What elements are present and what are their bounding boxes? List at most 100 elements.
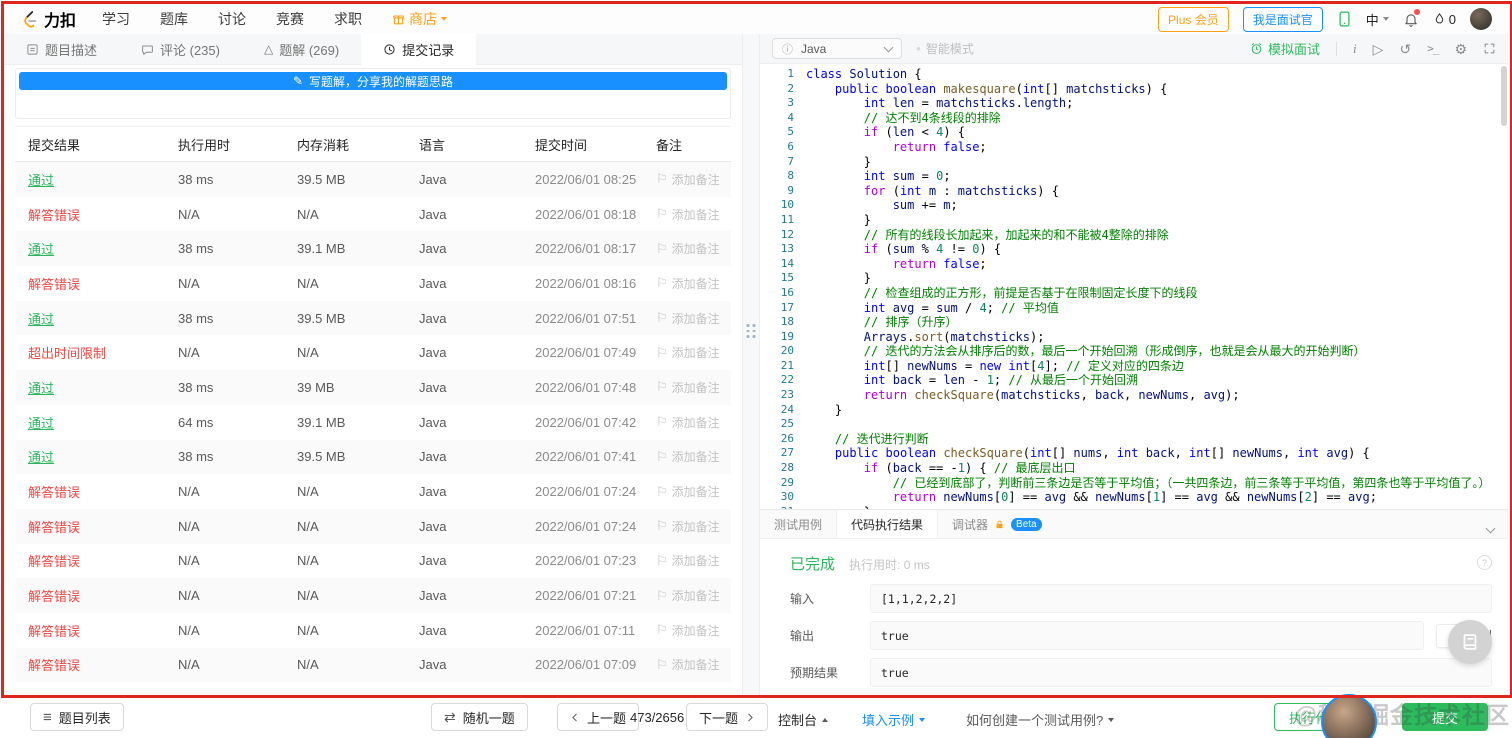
run-icon[interactable]: ▷ — [1373, 42, 1384, 56]
nav-item-store[interactable]: 商店 — [392, 9, 448, 29]
expected-value-box: true — [870, 658, 1492, 687]
smart-mode-indicator[interactable]: ● 智能模式 — [916, 40, 974, 57]
add-note-button[interactable]: ⚐ 添加备注 — [656, 448, 720, 465]
submission-result-link[interactable]: 解答错误 — [28, 589, 80, 604]
prev-problem-button[interactable]: 上一题 — [557, 703, 640, 731]
run-result-body: 已完成 执行用时: 0 ms ? 输入 [1,1,2,2,2] 输出 true … — [760, 539, 1508, 695]
line-number: 12 — [780, 227, 794, 241]
fill-example-link[interactable]: 填入示例 — [862, 710, 926, 729]
panel-resizer[interactable] — [742, 34, 760, 695]
submission-runtime: N/A — [178, 622, 200, 638]
user-avatar[interactable] — [1470, 8, 1492, 30]
add-note-button[interactable]: ⚐ 添加备注 — [656, 656, 720, 673]
help-circle-icon[interactable]: ? — [1477, 555, 1492, 570]
floating-book-button[interactable] — [1448, 620, 1492, 664]
submit-button[interactable]: 提交 — [1402, 703, 1488, 731]
language-switcher[interactable]: 中 — [1366, 10, 1389, 29]
add-note-button[interactable]: ⚐ 添加备注 — [656, 518, 720, 535]
submission-time: 2022/06/01 07:24 — [535, 484, 637, 500]
submission-result-link[interactable]: 通过 — [28, 242, 54, 257]
add-note-button[interactable]: ⚐ 添加备注 — [656, 414, 720, 431]
editor-info-icon[interactable]: i — [1353, 42, 1357, 55]
tab-testcase[interactable]: 测试用例 — [760, 510, 836, 538]
submission-result-link[interactable]: 解答错误 — [28, 658, 80, 673]
tab-run-result[interactable]: 代码执行结果 — [836, 510, 939, 538]
input-value-box[interactable]: [1,1,2,2,2] — [870, 584, 1492, 613]
code-editor[interactable]: 1 class Solution {2 public boolean makesq… — [760, 64, 1508, 509]
editor-panel: ⓘ Java ● 智能模式 模拟面试 i ▷ ↺ >_ ⚙ 1 class So… — [760, 34, 1508, 695]
add-note-button[interactable]: ⚐ 添加备注 — [656, 171, 720, 188]
tab-solutions[interactable]: △ 题解 (269) — [242, 34, 361, 64]
add-note-button[interactable]: ⚐ 添加备注 — [656, 240, 720, 257]
interviewer-button[interactable]: 我是面试官 — [1242, 6, 1323, 32]
nav-item-learn[interactable]: 学习 — [102, 9, 130, 29]
tab-description[interactable]: 题目描述 — [4, 34, 119, 64]
add-note-button[interactable]: ⚐ 添加备注 — [656, 206, 720, 223]
tab-submissions[interactable]: 提交记录 — [361, 34, 477, 65]
submission-result-link[interactable]: 解答错误 — [28, 554, 80, 569]
submission-memory: 39 MB — [297, 379, 335, 395]
submission-time: 2022/06/01 07:11 — [535, 622, 636, 638]
submission-result-link[interactable]: 通过 — [28, 381, 54, 396]
submission-runtime: 38 ms — [178, 379, 214, 395]
nav-item-problems[interactable]: 题库 — [160, 9, 188, 29]
leetcode-logo[interactable]: 力扣 — [20, 7, 76, 31]
nav-item-discuss[interactable]: 讨论 — [218, 9, 246, 29]
submission-result-link[interactable]: 通过 — [28, 450, 54, 465]
submission-result-link[interactable]: 超出时间限制 — [28, 346, 106, 361]
console-toggle[interactable]: 控制台 — [778, 710, 829, 729]
editor-scrollbar[interactable] — [1501, 66, 1507, 126]
plus-member-button[interactable]: Plus 会员 — [1158, 6, 1229, 32]
line-number: 5 — [787, 125, 794, 139]
pencil-icon: ✎ — [292, 74, 304, 88]
line-number: 20 — [780, 344, 794, 358]
notifications-button[interactable] — [1403, 8, 1420, 28]
nav-item-contest[interactable]: 竞赛 — [276, 9, 304, 29]
code-line: 12 // 所有的线段长加起来，加起来的和不能被4整除的排除 — [760, 228, 1508, 243]
add-note-button[interactable]: ⚐ 添加备注 — [656, 379, 720, 396]
submission-result-link[interactable]: 解答错误 — [28, 277, 80, 292]
collapse-console-button[interactable] — [1485, 519, 1496, 537]
testcase-help-link[interactable]: 如何创建一个测试用例? — [966, 710, 1115, 729]
submission-result-link[interactable]: 解答错误 — [28, 624, 80, 639]
random-problem-button[interactable]: ⇄ 随机一题 — [431, 703, 528, 731]
code-line: 9 for (int m : matchsticks) { — [760, 184, 1508, 199]
mock-interview-button[interactable]: 模拟面试 — [1250, 39, 1320, 58]
settings-gear-icon[interactable]: ⚙ — [1454, 42, 1467, 56]
console-icon[interactable]: >_ — [1427, 43, 1439, 54]
line-number: 15 — [780, 271, 794, 285]
reset-code-icon[interactable]: ↺ — [1399, 42, 1411, 56]
flag-icon: ⚐ — [656, 518, 668, 534]
fullscreen-icon[interactable] — [1483, 42, 1496, 55]
line-number: 9 — [787, 183, 794, 197]
add-note-button[interactable]: ⚐ 添加备注 — [656, 552, 720, 569]
mobile-app-icon[interactable] — [1337, 10, 1352, 28]
streak-counter[interactable]: 0 — [1433, 11, 1456, 27]
tab-comments[interactable]: 评论 (235) — [119, 34, 242, 64]
submission-time: 2022/06/01 07:49 — [535, 345, 637, 361]
add-note-button[interactable]: ⚐ 添加备注 — [656, 275, 720, 292]
write-solution-button[interactable]: ✎ 写题解，分享我的解题思路 — [19, 72, 727, 90]
next-problem-button[interactable]: 下一题 — [686, 703, 769, 731]
code-line: 20 // 迭代的方法会从排序后的数，最后一个开始回溯（形成倒序，也就是会从最大… — [760, 344, 1508, 359]
submission-result-link[interactable]: 通过 — [28, 173, 54, 188]
submission-result-link[interactable]: 解答错误 — [28, 208, 80, 223]
nav-item-jobs[interactable]: 求职 — [334, 9, 362, 29]
problem-list-button[interactable]: ≡ 题目列表 — [30, 703, 124, 731]
code-line: 1 class Solution { — [760, 67, 1508, 82]
add-note-button[interactable]: ⚐ 添加备注 — [656, 310, 720, 327]
code-line: 18 // 排序（升序） — [760, 315, 1508, 330]
language-select[interactable]: ⓘ Java — [772, 38, 902, 59]
add-note-button[interactable]: ⚐ 添加备注 — [656, 622, 720, 639]
add-note-button[interactable]: ⚐ 添加备注 — [656, 587, 720, 604]
add-note-button[interactable]: ⚐ 添加备注 — [656, 483, 720, 500]
submission-result-link[interactable]: 通过 — [28, 416, 54, 431]
tab-debugger[interactable]: 调试器 Beta — [938, 510, 1056, 538]
code-line: 24 } — [760, 403, 1508, 418]
submission-result-link[interactable]: 解答错误 — [28, 485, 80, 500]
submission-result-link[interactable]: 解答错误 — [28, 520, 80, 535]
add-note-button[interactable]: ⚐ 添加备注 — [656, 344, 720, 361]
submission-time: 2022/06/01 08:17 — [535, 241, 637, 257]
submission-time: 2022/06/01 07:42 — [535, 414, 637, 430]
submission-result-link[interactable]: 通过 — [28, 312, 54, 327]
